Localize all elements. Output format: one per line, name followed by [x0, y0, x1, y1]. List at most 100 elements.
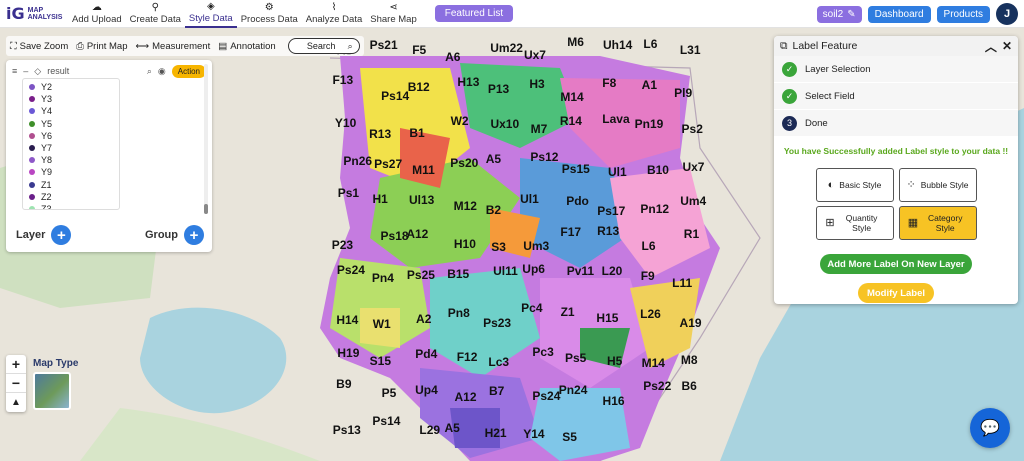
- group-label: Group: [145, 229, 178, 241]
- step-label-text: Selection: [831, 63, 871, 75]
- category-style-button[interactable]: ▦ Category Style: [898, 206, 977, 240]
- map-feature-label: Pn8: [447, 306, 470, 321]
- cloud-upload-icon: ☁: [91, 1, 102, 13]
- add-group-button[interactable]: +: [184, 225, 204, 245]
- map-feature-label: A5: [485, 152, 502, 167]
- chat-bubble-icon: 💬: [980, 420, 1000, 437]
- measurement-label: Measurement: [152, 40, 211, 52]
- legend-item: Y5: [29, 118, 113, 130]
- layer-panel-scrollbar[interactable]: [204, 64, 208, 214]
- annotation-button[interactable]: ▤ Annotation: [218, 41, 275, 52]
- category-legend[interactable]: Y2 Y3 Y4 Y5 Y6 Y7 Y8 Y9 Z1 Z2 Z3: [22, 78, 120, 210]
- map-feature-label: Um4: [680, 194, 707, 209]
- map-feature-label: P5: [381, 385, 397, 400]
- search-input[interactable]: Search ⌕: [287, 38, 360, 54]
- layer-label: Layer: [16, 229, 46, 241]
- map-feature-label: M11: [412, 163, 435, 178]
- add-more-label-button[interactable]: Add More Label On New Layer: [820, 254, 972, 274]
- print-map-label: Print Map: [86, 40, 128, 52]
- paint-bucket-icon: ◈: [206, 0, 215, 12]
- layer-action-button[interactable]: Action: [171, 64, 206, 78]
- map-feature-label: M14: [560, 89, 584, 104]
- nav-share-map[interactable]: ⋖ Share Map: [366, 0, 420, 28]
- drag-handle-icon[interactable]: ≡: [12, 66, 17, 76]
- map-feature-label: A19: [679, 316, 702, 331]
- map-feature-label: Pdo: [566, 193, 589, 208]
- nav-label: Analyze Data: [305, 13, 363, 25]
- legend-item: Z2: [29, 191, 113, 203]
- map-feature-label: Ps21: [369, 38, 398, 53]
- legend-item: Z3: [29, 203, 113, 209]
- avatar[interactable]: J: [996, 3, 1018, 25]
- collapse-panel-icon[interactable]: ︿: [985, 38, 997, 55]
- quantity-icon: ⊞: [825, 217, 835, 229]
- nav-label: Share Map: [370, 13, 417, 25]
- save-zoom-button[interactable]: ⛶ Save Zoom: [10, 41, 68, 52]
- add-layer-button[interactable]: +: [51, 225, 72, 245]
- collapse-icon[interactable]: –: [23, 66, 28, 76]
- legend-item: Z1: [29, 179, 113, 191]
- products-button[interactable]: Products: [936, 5, 990, 23]
- map-feature-label: Pn12: [640, 201, 670, 216]
- map-feature-label: Ps14: [381, 89, 410, 104]
- step-label-text: Field: [834, 90, 855, 102]
- check-icon: ✓: [782, 61, 797, 77]
- zoom-in-button[interactable]: +: [6, 355, 26, 374]
- step-label: Select Field: [805, 91, 855, 102]
- dashboard-button[interactable]: Dashboard: [867, 5, 931, 23]
- map-feature-label: F13: [332, 72, 354, 87]
- map-feature-label: B10: [646, 163, 669, 178]
- zoom-out-button[interactable]: −: [6, 374, 26, 393]
- measurement-button[interactable]: ⟷ Measurement: [136, 41, 211, 52]
- visibility-eye-icon[interactable]: ◉: [158, 66, 166, 77]
- map-feature-label: S5: [562, 430, 577, 445]
- zoom-to-layer-icon[interactable]: ⌕: [147, 66, 152, 77]
- annotation-icon: ▤: [218, 40, 228, 52]
- app-logo[interactable]: iG MAP ANALYSIS: [6, 4, 68, 23]
- map-feature-label: Pv11: [566, 263, 595, 278]
- map-feature-label: A1: [641, 77, 657, 92]
- step-done[interactable]: 3 Done: [774, 110, 1018, 137]
- logo-mark: iG: [6, 4, 25, 23]
- print-map-button[interactable]: ⎙ Print Map: [76, 41, 127, 52]
- map-feature-label: Lava: [602, 111, 630, 126]
- chat-button[interactable]: 💬: [970, 408, 1010, 448]
- nav-analyze-data[interactable]: ⌇ Analyze Data: [302, 0, 367, 28]
- modify-label-button[interactable]: Modify Label: [858, 283, 934, 303]
- quantity-style-button[interactable]: ⊞ Quantity Style: [815, 206, 894, 240]
- step-select-field[interactable]: ✓ Select Field: [774, 83, 1018, 110]
- map-feature-label: Ux7: [523, 48, 546, 63]
- bubble-style-button[interactable]: ⁘ Bubble Style: [898, 168, 977, 202]
- step-number-badge: 3: [782, 115, 797, 131]
- nav-label: Add Upload: [72, 13, 122, 25]
- map-feature-label: B6: [681, 379, 697, 394]
- map-type-switcher[interactable]: Map Type: [33, 358, 78, 410]
- nav-create-data[interactable]: ⚲ Create Data: [126, 0, 185, 28]
- map-feature-label: Pn4: [371, 270, 394, 285]
- close-icon[interactable]: ✕: [1002, 39, 1012, 53]
- user-project-button[interactable]: soil2 ✎: [816, 5, 862, 23]
- featured-list-button[interactable]: Featured List: [434, 5, 514, 22]
- legend-swatch: [29, 181, 35, 188]
- reset-north-button[interactable]: ▲: [6, 393, 26, 412]
- legend-item: Y8: [29, 154, 113, 166]
- map-feature-label: Ps25: [406, 268, 435, 283]
- nav-style-data[interactable]: ◈ Style Data: [184, 0, 237, 28]
- nav-add-upload[interactable]: ☁ Add Upload: [68, 0, 126, 28]
- map-feature-label: S3: [491, 239, 506, 254]
- style-label: Basic Style: [839, 180, 882, 190]
- step-label: Done: [805, 117, 828, 129]
- layer-name: result: [47, 66, 70, 76]
- legend-swatch: [29, 108, 35, 115]
- map-type-thumbnail[interactable]: [33, 372, 71, 410]
- bubble-icon: ⁘: [906, 179, 916, 191]
- step-layer-selection[interactable]: ✓ Layer Selection: [774, 56, 1018, 83]
- map-feature-label: B15: [447, 267, 470, 282]
- map-feature-label: P13: [487, 81, 510, 96]
- map-feature-label: Ps14: [372, 414, 401, 429]
- nav-label: Process Data: [240, 13, 298, 25]
- map-feature-label: H3: [529, 77, 545, 92]
- nav-process-data[interactable]: ⚙ Process Data: [237, 0, 302, 28]
- step-label: Layer Selection: [805, 64, 871, 75]
- basic-style-button[interactable]: ◐ Basic Style: [815, 168, 894, 202]
